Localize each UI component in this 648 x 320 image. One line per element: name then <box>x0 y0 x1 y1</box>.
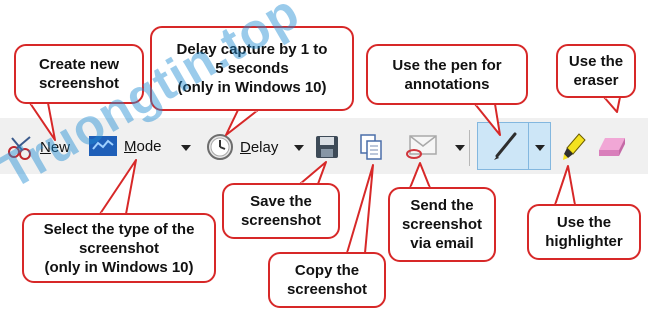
scissors-icon <box>6 133 36 161</box>
pen-icon-wrap[interactable] <box>491 130 519 162</box>
callout-select-type: Select the type of the screenshot (only … <box>22 213 216 283</box>
snip-mode-icon <box>88 133 118 159</box>
callout-pen: Use the pen for annotations <box>366 44 528 105</box>
mode-button-label: Mode <box>124 137 162 155</box>
callout-delay: Delay capture by 1 to 5 seconds (only in… <box>150 26 354 111</box>
email-icon <box>404 134 438 162</box>
clock-icon <box>206 133 234 161</box>
callout-send: Send the screenshot via email <box>388 187 496 262</box>
callout-copy: Copy the screenshot <box>268 252 386 308</box>
delay-button[interactable]: Delay <box>206 133 278 161</box>
eraser-icon <box>597 136 627 158</box>
mode-dropdown-caret[interactable] <box>181 145 191 151</box>
send-dropdown-caret[interactable] <box>455 145 465 151</box>
copy-button[interactable] <box>359 133 385 161</box>
copy-icon <box>359 133 385 161</box>
callout-create-new: Create new screenshot <box>14 44 144 104</box>
callout-eraser: Use the eraser <box>556 44 636 98</box>
highlighter-icon <box>561 132 587 162</box>
pen-icon <box>491 130 519 162</box>
floppy-disk-icon <box>315 135 339 159</box>
delay-dropdown-caret[interactable] <box>294 145 304 151</box>
eraser-button[interactable] <box>597 136 627 158</box>
toolbar-divider <box>469 130 470 166</box>
highlighter-button[interactable] <box>561 132 587 162</box>
pen-split-divider <box>528 122 529 170</box>
send-email-button[interactable] <box>404 134 438 162</box>
delay-button-label: Delay <box>240 138 279 156</box>
callout-save: Save the screenshot <box>222 183 340 239</box>
pen-dropdown-caret[interactable] <box>535 145 545 151</box>
new-button[interactable]: New <box>6 133 70 161</box>
new-button-label: New <box>40 138 71 156</box>
callout-highlighter: Use the highlighter <box>527 204 641 260</box>
save-button[interactable] <box>315 135 339 159</box>
mode-button[interactable]: Mode <box>88 133 162 159</box>
